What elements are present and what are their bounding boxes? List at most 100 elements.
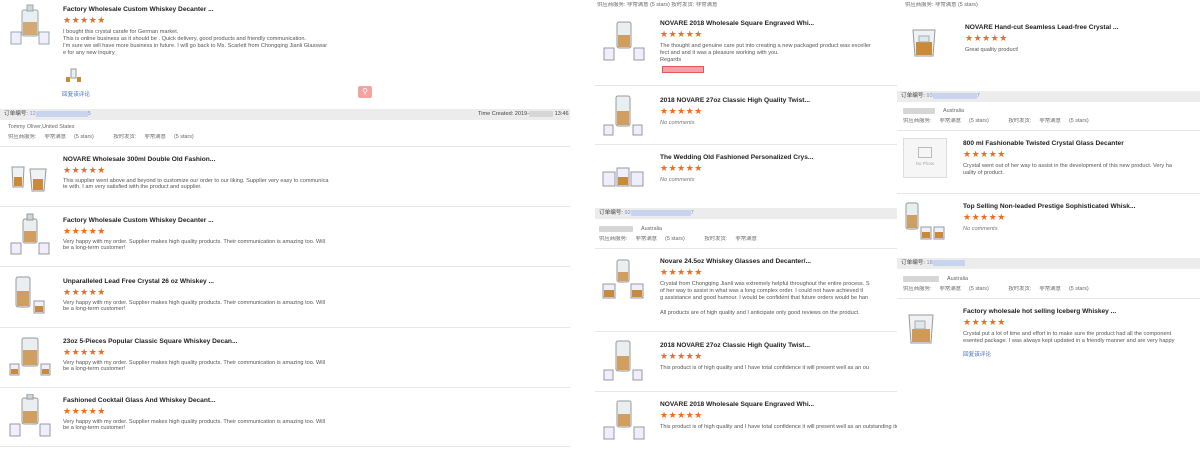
review-text-line: Crystal went out of her way to assist in… [963,163,1172,169]
order-number[interactable]: 92 7 [625,209,694,216]
order-ratings: 供应商服务: 非常满意 (5 stars) 按时发货: 非常满意 [597,2,718,8]
product-thumbnail[interactable] [8,153,52,195]
review-item: Factory wholesale hot selling Iceberg Wh… [903,305,1200,365]
order-ratings: 供应商服务: 非常满意 (5 stars) 按时发货: 非常满意 (5 stars) [8,134,194,140]
reply-link[interactable]: 回复该评论 [62,90,90,98]
product-thumbnail[interactable] [8,394,52,438]
divider [0,387,570,388]
product-title[interactable]: 2018 NOVARE 27oz Classic High Quality Tw… [660,342,810,349]
product-thumbnail[interactable] [903,199,947,243]
review-item: 2018 NOVARE 27oz Classic High Quality Tw… [601,338,897,386]
review-text-line: Crystal put a lot of time and effort in … [963,331,1172,337]
review-text-line: This is online business as it should be … [63,36,307,42]
order-number[interactable]: 93 7 [927,92,980,99]
order-header-bar: 订单编号: 92 7 [595,208,897,219]
product-thumbnail[interactable] [903,305,947,349]
product-title[interactable]: NOVARE Wholesale 300ml Double Old Fashio… [63,156,215,163]
divider [595,248,897,249]
divider [595,331,897,332]
rating-stars: ★★★★★ [660,106,703,116]
product-title[interactable]: 800 ml Fashionable Twisted Crystal Glass… [963,140,1124,147]
highlight-tag [662,66,704,73]
product-thumbnail[interactable] [8,334,52,378]
product-thumbnail[interactable] [8,273,52,317]
rating-stars: ★★★★★ [963,149,1006,159]
rating-stars: ★★★★★ [963,212,1006,222]
review-text-line: I'm sure we will have more business in f… [63,43,328,49]
product-thumbnail[interactable] [601,18,645,62]
review-item: Novare 24.5oz Whiskey Glasses and Decant… [601,254,897,326]
rating-stars: ★★★★★ [63,165,106,175]
no-comments-text: No comments [660,177,695,183]
product-thumbnail[interactable] [8,213,52,257]
order-label: 订单编号: [4,111,28,117]
rating-stars: ★★★★★ [660,410,703,420]
product-title[interactable]: Fashioned Cocktail Glass And Whiskey Dec… [63,397,216,404]
product-title[interactable]: Unparalleled Lead Free Crystal 26 oz Whi… [63,278,214,285]
buyer-name: Australia [903,276,976,283]
divider [0,266,570,267]
review-text-line: esented package. I was always kept updat… [963,338,1175,344]
reply-link[interactable]: 回复该评论 [963,350,991,358]
product-title[interactable]: 2018 NOVARE 27oz Classic High Quality Tw… [660,97,810,104]
review-text-line: This product is of high quality and I ha… [660,424,897,430]
review-text-line: Great quality product! [965,47,1019,53]
product-thumbnail[interactable] [601,150,645,194]
order-number[interactable]: 12 5 [30,110,91,117]
divider [897,298,1200,299]
product-thumbnail[interactable] [601,93,645,137]
review-text-line: be a long-term customer! [63,366,126,372]
divider [0,206,570,207]
product-title[interactable]: NOVARE Hand-cut Seamless Lead-free Cryst… [965,24,1118,31]
rating-stars: ★★★★★ [963,317,1006,327]
review-text-line: be a long-term customer! [63,245,126,251]
review-item: The Wedding Old Fashioned Personalized C… [601,150,897,198]
review-item: Factory Wholesale Custom Whiskey Decante… [8,4,363,64]
divider [0,327,570,328]
divider [897,193,1200,194]
no-comments-text: No comments [963,226,998,232]
product-thumbnail[interactable] [601,397,645,441]
buyer-name: Australia [599,226,670,233]
product-title[interactable]: Factory Wholesale Custom Whiskey Decante… [63,6,214,13]
rating-stars: ★★★★★ [660,29,703,39]
review-item: 2018 NOVARE 27oz Classic High Quality Tw… [601,93,897,139]
review-item: NOVARE 2018 Wholesale Square Engraved Wh… [601,16,897,78]
review-text-line: uality of product. [963,170,1005,176]
product-thumbnail[interactable] [8,4,52,48]
product-thumbnail[interactable] [601,258,645,302]
no-comments-text: No comments [660,120,695,126]
review-text-line: of her way to assist in what was a long … [660,288,864,294]
product-thumbnail[interactable] [905,18,949,62]
review-text-line: This product is of high quality and I ha… [660,365,869,371]
review-item: Fashioned Cocktail Glass And Whiskey Dec… [8,394,363,442]
rating-stars: ★★★★★ [63,226,106,236]
product-title[interactable]: 23oz 5-Pieces Popular Classic Square Whi… [63,338,237,345]
product-title[interactable]: NOVARE 2018 Wholesale Square Engraved Wh… [660,401,814,408]
rating-stars: ★★★★★ [660,267,703,277]
order-number[interactable]: 18 [927,259,965,266]
product-title[interactable]: Factory wholesale hot selling Iceberg Wh… [963,308,1116,315]
order-header-bar: 订单编号: 93 7 [897,91,1200,102]
product-title[interactable]: Novare 24.5oz Whiskey Glasses and Decant… [660,258,811,265]
order-ratings: 供应商服务: 非常满意 (5 stars) 按时发货: 非常满意 (5 stars) [903,118,1089,124]
left-review-panel: Factory Wholesale Custom Whiskey Decante… [0,0,570,450]
review-photo-thumbnail[interactable] [64,68,84,82]
search-icon[interactable]: ⚲ [358,86,372,98]
divider [595,144,897,145]
divider [595,391,897,392]
product-title[interactable]: The Wedding Old Fashioned Personalized C… [660,154,813,161]
product-title[interactable]: Factory Wholesale Custom Whiskey Decante… [63,217,214,224]
time-created: Time Created: 2019- 13:46 [478,110,569,117]
rating-stars: ★★★★★ [63,406,106,416]
review-item: NOVARE Wholesale 300ml Double Old Fashio… [8,153,363,201]
rating-stars: ★★★★★ [63,287,106,297]
review-text-line: I bought this crystal carafe for German … [63,29,179,35]
product-thumbnail[interactable] [601,338,645,382]
product-title[interactable]: NOVARE 2018 Wholesale Square Engraved Wh… [660,20,814,27]
review-text-line: e for any new inquiry [63,50,115,56]
review-text-line: be a long-term customer! [63,425,126,431]
product-title[interactable]: Top Selling Non-leaded Prestige Sophisti… [963,203,1135,210]
review-text-line: The thought and genuine care put into cr… [660,43,871,49]
review-item: NOVARE 2018 Wholesale Square Engraved Wh… [601,397,897,445]
